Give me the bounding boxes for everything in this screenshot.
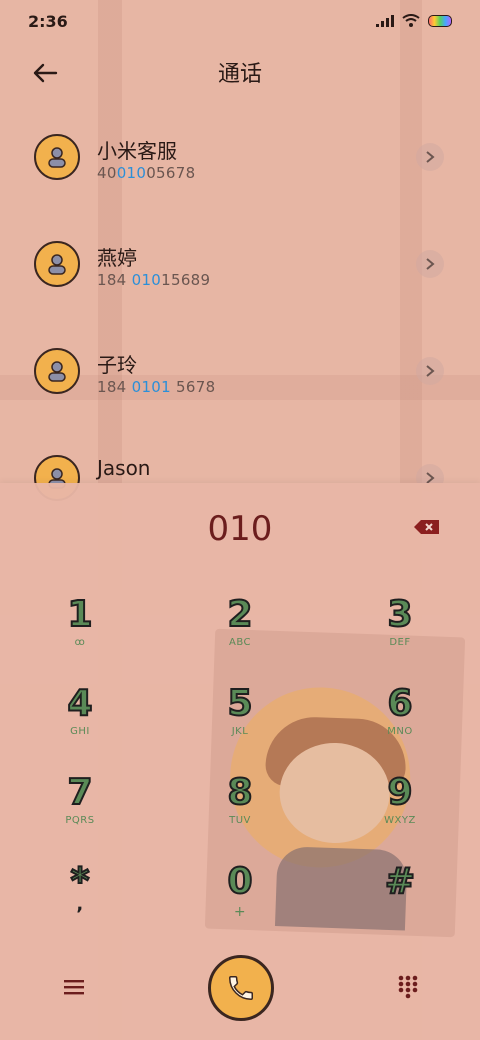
battery-icon: [428, 14, 452, 27]
key-star[interactable]: * ,: [32, 861, 128, 932]
call-button[interactable]: [208, 955, 274, 1021]
person-icon: [48, 147, 66, 168]
contact-row[interactable]: 子玲 184 0101 5678: [0, 330, 480, 437]
avatar: [34, 348, 80, 394]
chevron-right-icon: [426, 151, 435, 163]
contact-details-button[interactable]: [416, 357, 444, 385]
phone-icon: [228, 976, 253, 1001]
key-0[interactable]: 0 +: [192, 861, 288, 932]
backspace-icon: [414, 520, 439, 534]
key-5[interactable]: 5 JKL: [192, 683, 288, 754]
contact-details-button[interactable]: [416, 250, 444, 278]
avatar: [34, 134, 80, 180]
status-bar: 2:36: [0, 0, 480, 42]
contact-number: 184 0101 5678: [97, 378, 216, 396]
header: 通话: [0, 48, 480, 96]
key-hash[interactable]: #: [352, 861, 448, 932]
dialpad-icon: [398, 975, 418, 999]
page-title: 通话: [217, 62, 262, 87]
chevron-right-icon: [426, 365, 435, 377]
bottom-bar: [0, 953, 480, 1033]
contact-row[interactable]: 小米客服 4001005678: [0, 116, 480, 223]
contact-details-button[interactable]: [416, 143, 444, 171]
key-4[interactable]: 4 GHI: [32, 683, 128, 754]
dialpad-panel: 010 1 ꝏ 2 ABC 3 DEF 4 GHI 5 JKL 6 MNO 7 …: [0, 483, 480, 1040]
status-time: 2:36: [28, 12, 68, 31]
contact-name: Jason: [97, 456, 151, 480]
signal-icon: [376, 14, 394, 27]
chevron-right-icon: [426, 258, 435, 270]
person-icon: [48, 254, 66, 275]
key-6[interactable]: 6 MNO: [352, 683, 448, 754]
dialpad-toggle-button[interactable]: [392, 971, 424, 1003]
contact-number: 4001005678: [97, 164, 196, 182]
avatar: [34, 241, 80, 287]
contact-list: 小米客服 4001005678 燕婷 184 01015689 子玲 184 0…: [0, 116, 480, 544]
contact-row[interactable]: 燕婷 184 01015689: [0, 223, 480, 330]
wifi-icon: [402, 14, 420, 27]
key-1[interactable]: 1 ꝏ: [32, 594, 128, 665]
key-2[interactable]: 2 ABC: [192, 594, 288, 665]
delete-button[interactable]: [413, 519, 441, 535]
status-icons: [376, 14, 452, 27]
voicemail-icon: ꝏ: [74, 637, 86, 648]
key-9[interactable]: 9 WXYZ: [352, 772, 448, 843]
contact-name: 燕婷: [97, 246, 137, 270]
contact-name: 子玲: [97, 353, 137, 377]
menu-button[interactable]: [58, 971, 90, 1003]
contact-number: 184 01015689: [97, 271, 211, 289]
key-8[interactable]: 8 TUV: [192, 772, 288, 843]
key-7[interactable]: 7 PQRS: [32, 772, 128, 843]
menu-icon: [64, 980, 84, 995]
dialed-number[interactable]: 010: [0, 509, 480, 549]
key-3[interactable]: 3 DEF: [352, 594, 448, 665]
person-icon: [48, 361, 66, 382]
contact-name: 小米客服: [97, 139, 177, 163]
